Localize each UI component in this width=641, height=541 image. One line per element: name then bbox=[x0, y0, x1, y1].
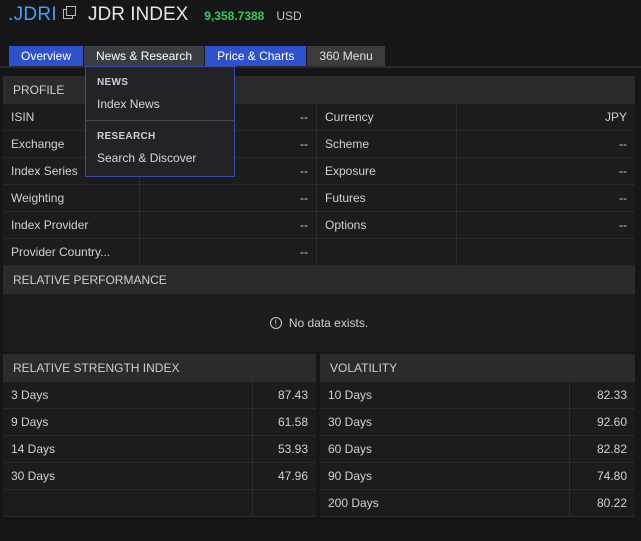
profile-value: -- bbox=[457, 212, 635, 238]
no-data-text: No data exists. bbox=[288, 316, 369, 330]
table-row: 200 Days 80.22 bbox=[320, 490, 635, 517]
table-row bbox=[3, 490, 316, 517]
rsi-value: 47.96 bbox=[253, 463, 316, 489]
profile-label: Scheme bbox=[317, 131, 457, 157]
price-currency: USD bbox=[276, 9, 302, 23]
profile-value: JPY bbox=[457, 104, 635, 130]
tab-news-research[interactable]: News & Research bbox=[84, 46, 205, 66]
profile-label: Exposure bbox=[317, 158, 457, 184]
quote-header: .JDRI JDR INDEX 9,358.7388 USD bbox=[8, 0, 638, 30]
profile-label: Weighting bbox=[3, 185, 140, 211]
profile-label bbox=[317, 239, 457, 265]
rsi-period bbox=[3, 490, 253, 516]
table-row: Weighting -- Futures -- bbox=[3, 185, 635, 212]
instrument-title: JDR INDEX bbox=[88, 4, 189, 25]
rsi-value: 61.58 bbox=[253, 409, 316, 435]
profile-label: Futures bbox=[317, 185, 457, 211]
menu-item-search-discover[interactable]: Search & Discover bbox=[86, 145, 234, 171]
table-row: 30 Days 47.96 bbox=[3, 463, 316, 490]
tab-overview[interactable]: Overview bbox=[9, 46, 84, 66]
tab-360-menu[interactable]: 360 Menu bbox=[307, 46, 385, 66]
table-row: 9 Days 61.58 bbox=[3, 409, 316, 436]
rsi-value: 87.43 bbox=[253, 382, 316, 408]
popout-icon[interactable] bbox=[63, 5, 76, 19]
volatility-value: 80.22 bbox=[570, 490, 635, 516]
rsi-value: 53.93 bbox=[253, 436, 316, 462]
table-row: 10 Days 82.33 bbox=[320, 382, 635, 409]
volatility-period: 60 Days bbox=[320, 436, 570, 462]
profile-value: -- bbox=[457, 131, 635, 157]
profile-value: -- bbox=[140, 239, 317, 265]
ric-code[interactable]: .JDRI bbox=[8, 4, 57, 26]
profile-label: Index Provider bbox=[3, 212, 140, 238]
volatility-value: 82.82 bbox=[570, 436, 635, 462]
profile-value: -- bbox=[140, 185, 317, 211]
info-icon: ! bbox=[269, 317, 282, 329]
table-row: Index Provider -- Options -- bbox=[3, 212, 635, 239]
rsi-period: 3 Days bbox=[3, 382, 253, 408]
tab-bar: Overview News & Research Price & Charts … bbox=[9, 46, 386, 66]
volatility-period: 30 Days bbox=[320, 409, 570, 435]
dropdown-section-news: NEWS bbox=[97, 77, 129, 88]
table-row: 30 Days 92.60 bbox=[320, 409, 635, 436]
rsi-table: 3 Days 87.43 9 Days 61.58 14 Days 53.93 … bbox=[3, 382, 316, 517]
volatility-value: 82.33 bbox=[570, 382, 635, 408]
profile-label: Options bbox=[317, 212, 457, 238]
rsi-value bbox=[253, 490, 316, 516]
profile-value: -- bbox=[140, 212, 317, 238]
table-row: 3 Days 87.43 bbox=[3, 382, 316, 409]
volatility-heading: VOLATILITY bbox=[318, 354, 635, 382]
profile-label: Provider Country... bbox=[3, 239, 140, 265]
rsi-period: 30 Days bbox=[3, 463, 253, 489]
relative-performance-heading: RELATIVE PERFORMANCE bbox=[3, 266, 635, 294]
profile-value bbox=[457, 239, 635, 265]
rsi-period: 9 Days bbox=[3, 409, 253, 435]
volatility-value: 92.60 bbox=[570, 409, 635, 435]
profile-value: -- bbox=[457, 158, 635, 184]
volatility-value: 74.80 bbox=[570, 463, 635, 489]
news-research-dropdown: NEWS Index News RESEARCH Search & Discov… bbox=[85, 66, 235, 177]
table-row: 60 Days 82.82 bbox=[320, 436, 635, 463]
table-row: Provider Country... -- bbox=[3, 239, 635, 266]
menu-item-index-news[interactable]: Index News bbox=[86, 91, 234, 117]
dropdown-section-research: RESEARCH bbox=[97, 131, 156, 142]
rsi-heading: RELATIVE STRENGTH INDEX bbox=[3, 354, 316, 382]
volatility-period: 200 Days bbox=[320, 490, 570, 516]
volatility-period: 90 Days bbox=[320, 463, 570, 489]
table-row: 14 Days 53.93 bbox=[3, 436, 316, 463]
table-row: 90 Days 74.80 bbox=[320, 463, 635, 490]
tab-price-charts[interactable]: Price & Charts bbox=[205, 46, 307, 66]
profile-value: -- bbox=[457, 185, 635, 211]
volatility-table: 10 Days 82.33 30 Days 92.60 60 Days 82.8… bbox=[318, 382, 635, 517]
volatility-period: 10 Days bbox=[320, 382, 570, 408]
no-data-message: ! No data exists. bbox=[3, 294, 635, 352]
last-price: 9,358.7388 bbox=[204, 9, 265, 23]
profile-label: Currency bbox=[317, 104, 457, 130]
rsi-period: 14 Days bbox=[3, 436, 253, 462]
